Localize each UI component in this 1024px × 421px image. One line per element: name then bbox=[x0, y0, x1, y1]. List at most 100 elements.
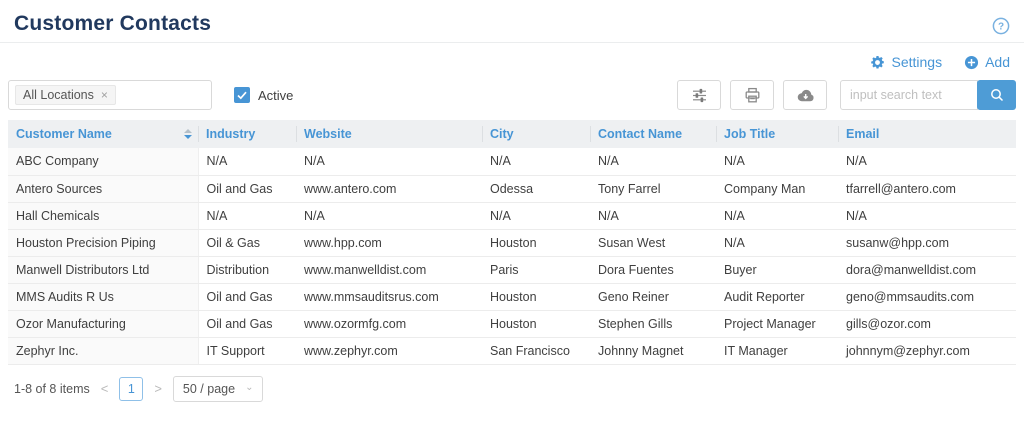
table-cell: N/A bbox=[838, 202, 1016, 229]
page-number-1[interactable]: 1 bbox=[119, 377, 143, 401]
plus-circle-icon bbox=[964, 55, 979, 70]
table-cell: Tony Farrel bbox=[590, 175, 716, 202]
page-header: Customer Contacts ? bbox=[0, 0, 1024, 43]
table-cell: Houston bbox=[482, 283, 590, 310]
table-row[interactable]: Zephyr Inc.IT Supportwww.zephyr.comSan F… bbox=[8, 337, 1016, 364]
page-size-select[interactable]: 50 / page ⌄ bbox=[173, 376, 264, 402]
table-cell: Oil and Gas bbox=[198, 175, 296, 202]
table-cell: Hall Chemicals bbox=[8, 202, 198, 229]
table-cell: N/A bbox=[198, 202, 296, 229]
table-cell: Oil and Gas bbox=[198, 283, 296, 310]
table-cell: Buyer bbox=[716, 256, 838, 283]
actions-row: Settings Add bbox=[0, 43, 1024, 76]
table-cell: N/A bbox=[482, 148, 590, 175]
column-header-label: Contact Name bbox=[598, 127, 682, 141]
location-tag-label: All Locations bbox=[23, 88, 94, 102]
table-cell: N/A bbox=[296, 202, 482, 229]
table-cell: Geno Reiner bbox=[590, 283, 716, 310]
table-cell: N/A bbox=[838, 148, 1016, 175]
table-cell: www.antero.com bbox=[296, 175, 482, 202]
column-settings-button[interactable] bbox=[677, 80, 721, 110]
table-cell: N/A bbox=[716, 148, 838, 175]
table-cell: ABC Company bbox=[8, 148, 198, 175]
column-header-industry[interactable]: Industry bbox=[198, 120, 296, 148]
table-cell: Johnny Magnet bbox=[590, 337, 716, 364]
sliders-icon bbox=[691, 87, 708, 104]
magnifier-icon bbox=[989, 87, 1005, 103]
table-cell: Ozor Manufacturing bbox=[8, 310, 198, 337]
table-cell: Distribution bbox=[198, 256, 296, 283]
pagination: 1-8 of 8 items < 1 > 50 / page ⌄ bbox=[0, 365, 1024, 413]
settings-label: Settings bbox=[891, 54, 942, 70]
filter-toolbar: All Locations × Active bbox=[0, 76, 1024, 120]
table-cell: N/A bbox=[482, 202, 590, 229]
column-header-city[interactable]: City bbox=[482, 120, 590, 148]
export-button[interactable] bbox=[783, 80, 827, 110]
table-cell: www.mmsauditsrus.com bbox=[296, 283, 482, 310]
filter-left: All Locations × Active bbox=[8, 80, 293, 110]
table-row[interactable]: Houston Precision PipingOil & Gaswww.hpp… bbox=[8, 229, 1016, 256]
table-cell: San Francisco bbox=[482, 337, 590, 364]
table-cell: Paris bbox=[482, 256, 590, 283]
contacts-table: Customer Name Industry Website City Contact … bbox=[8, 120, 1016, 365]
table-row[interactable]: ABC CompanyN/AN/AN/AN/AN/AN/A bbox=[8, 148, 1016, 175]
column-header-job-title[interactable]: Job Title bbox=[716, 120, 838, 148]
table-cell: www.hpp.com bbox=[296, 229, 482, 256]
filter-right bbox=[677, 80, 1016, 110]
table-cell: gills@ozor.com bbox=[838, 310, 1016, 337]
question-mark-circle-icon: ? bbox=[992, 17, 1010, 35]
table-row[interactable]: Manwell Distributors LtdDistributionwww.… bbox=[8, 256, 1016, 283]
table-cell: Oil & Gas bbox=[198, 229, 296, 256]
column-header-email[interactable]: Email bbox=[838, 120, 1016, 148]
table-cell: dora@manwelldist.com bbox=[838, 256, 1016, 283]
remove-tag-icon[interactable]: × bbox=[101, 89, 108, 101]
svg-text:?: ? bbox=[998, 22, 1004, 33]
table-row[interactable]: Hall ChemicalsN/AN/AN/AN/AN/AN/A bbox=[8, 202, 1016, 229]
table-cell: geno@mmsaudits.com bbox=[838, 283, 1016, 310]
cloud-download-icon bbox=[796, 87, 815, 104]
settings-button[interactable]: Settings bbox=[870, 54, 942, 70]
customer-contacts-page: Customer Contacts ? Settings Add bbox=[0, 0, 1024, 421]
add-label: Add bbox=[985, 54, 1010, 70]
active-checkbox[interactable] bbox=[234, 87, 250, 103]
table-header-row: Customer Name Industry Website City Contact … bbox=[8, 120, 1016, 148]
table-cell: Houston Precision Piping bbox=[8, 229, 198, 256]
table-row[interactable]: Antero SourcesOil and Gaswww.antero.comO… bbox=[8, 175, 1016, 202]
sort-icon[interactable] bbox=[184, 129, 192, 139]
column-header-label: City bbox=[490, 127, 514, 141]
table-cell: Oil and Gas bbox=[198, 310, 296, 337]
chevron-down-icon: ⌄ bbox=[245, 383, 253, 393]
print-button[interactable] bbox=[730, 80, 774, 110]
locations-select[interactable]: All Locations × bbox=[8, 80, 212, 110]
column-header-customer-name[interactable]: Customer Name bbox=[8, 120, 198, 148]
search-input[interactable] bbox=[840, 80, 978, 110]
table-row[interactable]: MMS Audits R UsOil and Gaswww.mmsauditsr… bbox=[8, 283, 1016, 310]
table-cell: tfarrell@antero.com bbox=[838, 175, 1016, 202]
contacts-table-wrap: Customer Name Industry Website City Contact … bbox=[8, 120, 1016, 365]
table-cell: www.ozormfg.com bbox=[296, 310, 482, 337]
table-cell: www.manwelldist.com bbox=[296, 256, 482, 283]
table-cell: Stephen Gills bbox=[590, 310, 716, 337]
column-header-label: Job Title bbox=[724, 127, 775, 141]
table-cell: N/A bbox=[590, 148, 716, 175]
gear-icon bbox=[870, 55, 885, 70]
column-header-contact-name[interactable]: Contact Name bbox=[590, 120, 716, 148]
table-cell: IT Manager bbox=[716, 337, 838, 364]
active-filter[interactable]: Active bbox=[234, 87, 293, 103]
table-row[interactable]: Ozor ManufacturingOil and Gaswww.ozormfg… bbox=[8, 310, 1016, 337]
next-page-button[interactable]: > bbox=[152, 381, 164, 396]
table-cell: www.zephyr.com bbox=[296, 337, 482, 364]
help-button[interactable]: ? bbox=[992, 17, 1010, 35]
search-button[interactable] bbox=[977, 80, 1016, 110]
table-cell: N/A bbox=[590, 202, 716, 229]
items-summary: 1-8 of 8 items bbox=[14, 382, 90, 396]
check-icon bbox=[237, 91, 247, 100]
add-button[interactable]: Add bbox=[964, 54, 1010, 70]
column-header-label: Industry bbox=[206, 127, 255, 141]
prev-page-button[interactable]: < bbox=[99, 381, 111, 396]
table-cell: N/A bbox=[716, 202, 838, 229]
table-cell: Houston bbox=[482, 229, 590, 256]
table-cell: N/A bbox=[296, 148, 482, 175]
column-header-website[interactable]: Website bbox=[296, 120, 482, 148]
location-tag: All Locations × bbox=[15, 85, 116, 105]
